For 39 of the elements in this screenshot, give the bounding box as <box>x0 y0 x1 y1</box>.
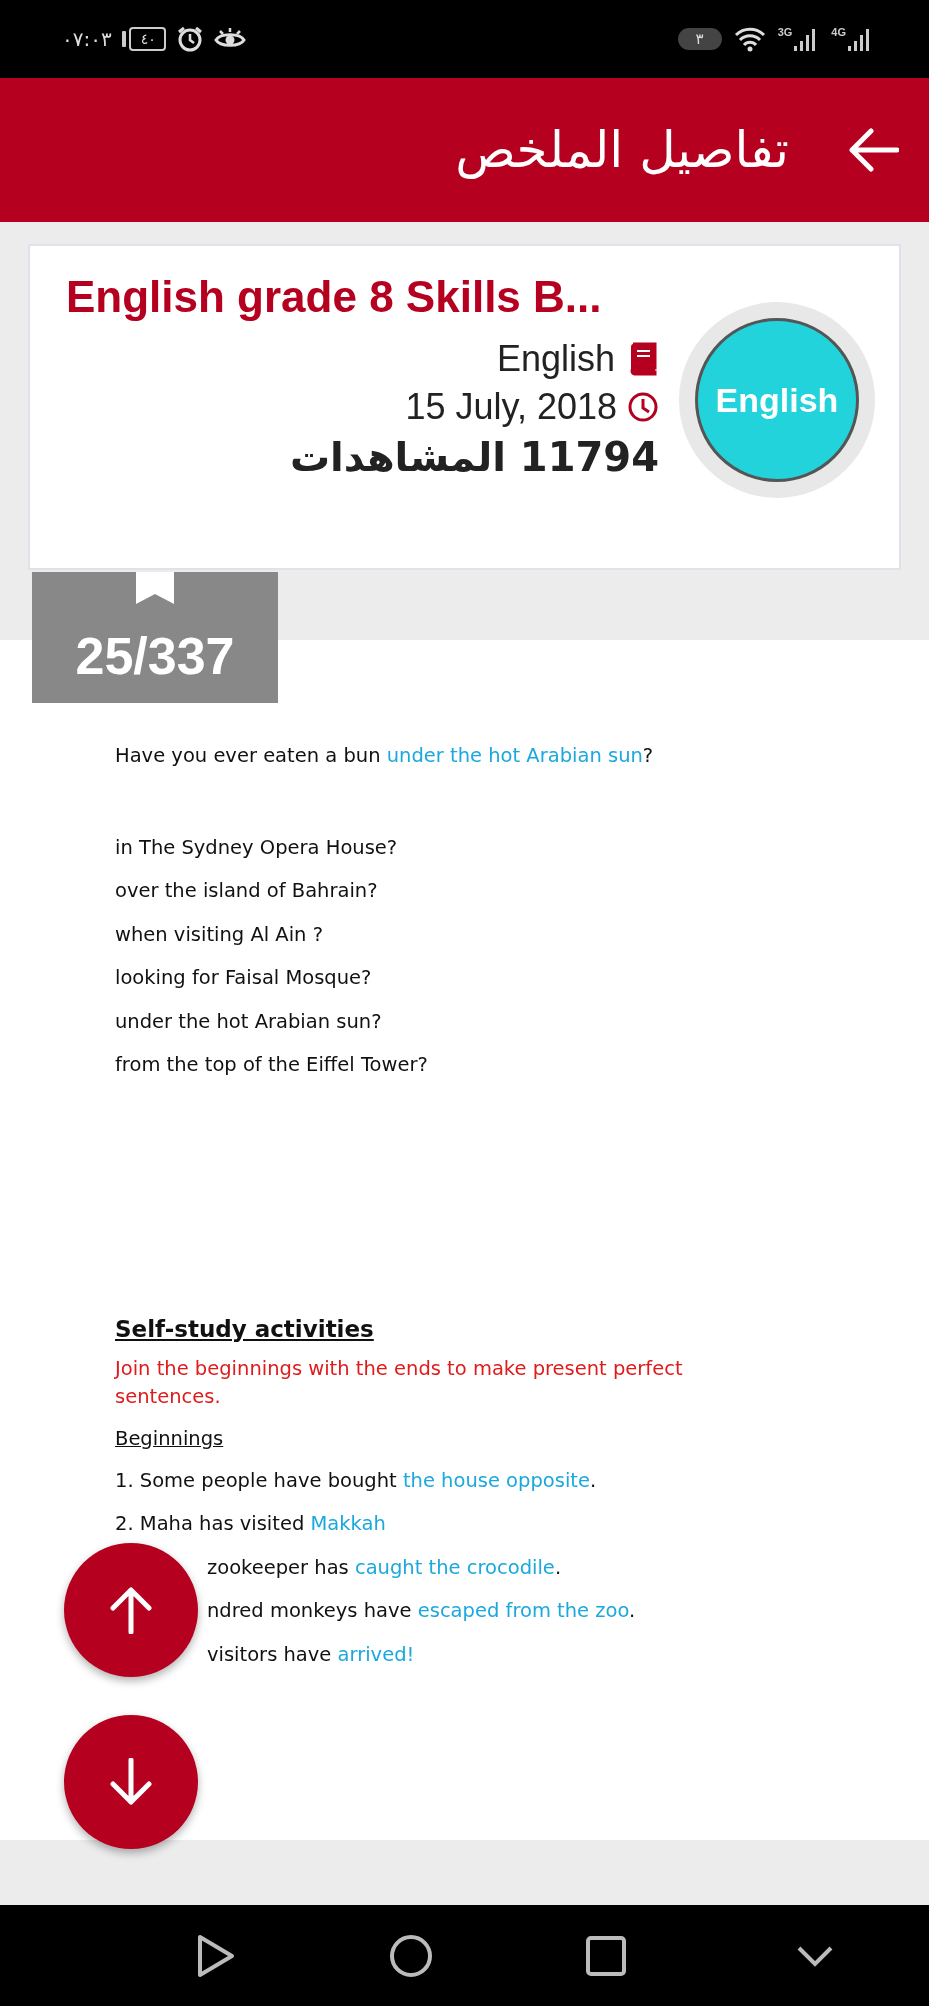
document-line: in The Sydney Opera House? <box>115 834 398 861</box>
exercise-line: zookeeper has caught the crocodile. <box>207 1554 562 1581</box>
home-circle-icon[interactable] <box>388 1933 433 1978</box>
summary-title: English grade 8 Skills B... <box>66 272 602 322</box>
chevron-down-icon[interactable] <box>797 1944 833 1967</box>
alarm-icon <box>175 25 204 53</box>
document-line: from the top of the Eiffel Tower? <box>115 1052 428 1078</box>
clock-time: ٠٧:٠٣ <box>62 27 112 51</box>
network-label: 4G <box>831 26 846 38</box>
page-counter: 25/337 <box>32 572 278 703</box>
arrow-up-icon <box>109 1586 153 1634</box>
exercise-line: ndred monkeys have escaped from the zoo. <box>207 1598 636 1624</box>
back-arrow-icon[interactable] <box>849 128 899 172</box>
wifi-icon <box>733 25 766 53</box>
document-line: looking for Faisal Mosque? <box>115 965 372 991</box>
notification-count: ٣ <box>677 28 722 50</box>
subject-avatar: English <box>695 318 859 482</box>
scroll-down-button[interactable] <box>64 1715 198 1849</box>
page-title: تفاصيل الملخص <box>455 121 789 179</box>
document-line: Have you ever eaten a bun under the hot Arabian sun? <box>115 743 654 769</box>
date-label: 15 July, 2018 <box>405 386 617 428</box>
views-count: 11794 المشاهدات <box>289 434 659 480</box>
scroll-up-button[interactable] <box>64 1543 198 1677</box>
document-line: when visiting Al Ain ? <box>115 921 324 948</box>
arrow-down-icon <box>109 1758 153 1806</box>
subject-label: English <box>496 338 615 380</box>
exercise-line: visitors have arrived! <box>207 1641 415 1668</box>
bookmark-icon <box>136 572 174 604</box>
document-line: under the hot Arabian sun? <box>115 1008 382 1035</box>
section-heading: Self-study activities <box>115 1314 375 1344</box>
network-label: 3G <box>777 26 793 38</box>
recents-square-icon[interactable] <box>585 1935 626 1976</box>
subheading: Beginnings <box>115 1425 225 1452</box>
exercise-line: 1. Some people have bought the house opposite. <box>115 1467 597 1494</box>
document-line: over the island of Bahrain? <box>115 878 378 904</box>
instruction-text: Join the beginnings with the ends to make present perfect sentences. <box>115 1355 684 1410</box>
exercise-line: 2. Maha has visited Makkah <box>115 1511 386 1537</box>
clock-icon <box>627 391 659 423</box>
back-triangle-icon[interactable] <box>195 1933 236 1978</box>
